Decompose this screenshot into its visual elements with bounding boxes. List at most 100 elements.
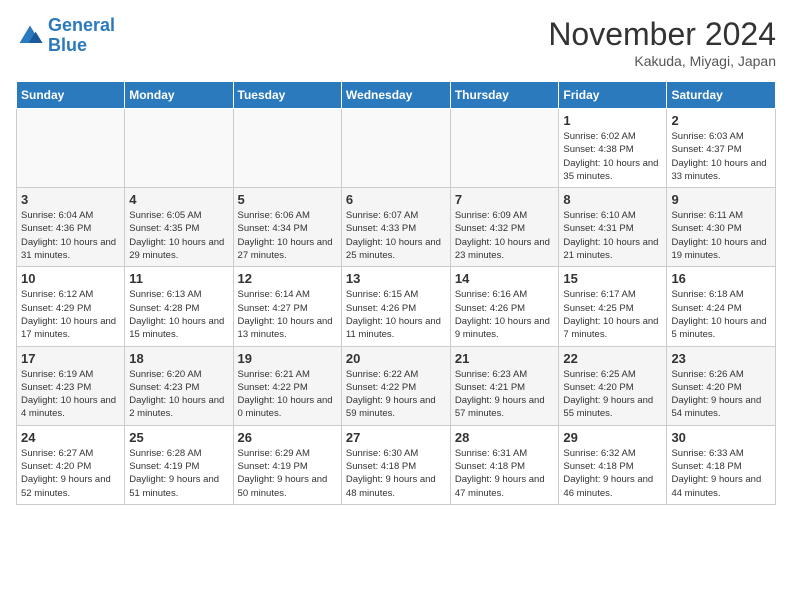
month-title: November 2024 (548, 16, 776, 53)
daylight-hours: Daylight: 10 hours and 13 minutes. (238, 316, 333, 340)
day-number: 3 (21, 192, 120, 207)
daylight-hours: Daylight: 10 hours and 9 minutes. (455, 316, 550, 340)
day-number: 2 (671, 113, 771, 128)
calendar-cell: 29Sunrise: 6:32 AMSunset: 4:18 PMDayligh… (559, 425, 667, 504)
calendar-cell: 15Sunrise: 6:17 AMSunset: 4:25 PMDayligh… (559, 267, 667, 346)
daylight-hours: Daylight: 10 hours and 2 minutes. (129, 395, 224, 419)
daylight-hours: Daylight: 10 hours and 11 minutes. (346, 316, 441, 340)
day-number: 9 (671, 192, 771, 207)
calendar-cell: 17Sunrise: 6:19 AMSunset: 4:23 PMDayligh… (17, 346, 125, 425)
daylight-hours: Daylight: 10 hours and 0 minutes. (238, 395, 333, 419)
week-row-3: 10Sunrise: 6:12 AMSunset: 4:29 PMDayligh… (17, 267, 776, 346)
day-info: Sunrise: 6:17 AMSunset: 4:25 PMDaylight:… (563, 288, 662, 341)
weekday-header-sunday: Sunday (17, 82, 125, 109)
day-number: 4 (129, 192, 228, 207)
calendar-cell (450, 109, 559, 188)
calendar-cell: 13Sunrise: 6:15 AMSunset: 4:26 PMDayligh… (341, 267, 450, 346)
day-number: 27 (346, 430, 446, 445)
calendar-cell: 7 Sunrise: 6:09 AMSunset: 4:32 PMDaylight… (450, 188, 559, 267)
calendar-cell: 6Sunrise: 6:07 AMSunset: 4:33 PMDaylight… (341, 188, 450, 267)
daylight-hours: Daylight: 10 hours and 7 minutes. (563, 316, 658, 340)
day-number: 23 (671, 351, 771, 366)
day-info: Sunrise: 6:14 AMSunset: 4:27 PMDaylight:… (238, 288, 337, 341)
daylight-hours: Daylight: 9 hours and 46 minutes. (563, 474, 653, 498)
daylight-hours: Daylight: 10 hours and 19 minutes. (671, 237, 766, 261)
day-number: 11 (129, 271, 228, 286)
day-info: Sunrise: 6:26 AMSunset: 4:20 PMDaylight:… (671, 368, 771, 421)
daylight-hours: Daylight: 10 hours and 4 minutes. (21, 395, 116, 419)
calendar-cell (125, 109, 233, 188)
calendar-cell: 2 Sunrise: 6:03 AMSunset: 4:37 PMDaylight… (667, 109, 776, 188)
weekday-header-saturday: Saturday (667, 82, 776, 109)
calendar-cell: 22Sunrise: 6:25 AMSunset: 4:20 PMDayligh… (559, 346, 667, 425)
calendar-cell (233, 109, 341, 188)
daylight-hours: Daylight: 10 hours and 21 minutes. (563, 237, 658, 261)
calendar-cell: 30Sunrise: 6:33 AMSunset: 4:18 PMDayligh… (667, 425, 776, 504)
calendar-cell: 27Sunrise: 6:30 AMSunset: 4:18 PMDayligh… (341, 425, 450, 504)
day-info: Sunrise: 6:18 AMSunset: 4:24 PMDaylight:… (671, 288, 771, 341)
calendar-cell: 10Sunrise: 6:12 AMSunset: 4:29 PMDayligh… (17, 267, 125, 346)
week-row-1: 1Sunrise: 6:02 AMSunset: 4:38 PMDaylight… (17, 109, 776, 188)
day-info: Sunrise: 6:13 AMSunset: 4:28 PMDaylight:… (129, 288, 228, 341)
day-info: Sunrise: 6:09 AMSunset: 4:32 PMDaylight:… (455, 209, 555, 262)
day-info: Sunrise: 6:10 AMSunset: 4:31 PMDaylight:… (563, 209, 662, 262)
day-number: 28 (455, 430, 555, 445)
day-info: Sunrise: 6:29 AMSunset: 4:19 PMDaylight:… (238, 447, 337, 500)
day-info: Sunrise: 6:23 AMSunset: 4:21 PMDaylight:… (455, 368, 555, 421)
day-info: Sunrise: 6:12 AMSunset: 4:29 PMDaylight:… (21, 288, 120, 341)
day-number: 16 (671, 271, 771, 286)
day-info: Sunrise: 6:03 AMSunset: 4:37 PMDaylight:… (671, 130, 771, 183)
calendar-cell: 4 Sunrise: 6:05 AMSunset: 4:35 PMDaylight… (125, 188, 233, 267)
logo-line2: Blue (48, 35, 87, 55)
daylight-hours: Daylight: 10 hours and 15 minutes. (129, 316, 224, 340)
calendar-cell: 26Sunrise: 6:29 AMSunset: 4:19 PMDayligh… (233, 425, 341, 504)
day-info: Sunrise: 6:19 AMSunset: 4:23 PMDaylight:… (21, 368, 120, 421)
weekday-header-wednesday: Wednesday (341, 82, 450, 109)
calendar-cell: 20Sunrise: 6:22 AMSunset: 4:22 PMDayligh… (341, 346, 450, 425)
calendar-cell: 5Sunrise: 6:06 AMSunset: 4:34 PMDaylight… (233, 188, 341, 267)
day-info: Sunrise: 6:21 AMSunset: 4:22 PMDaylight:… (238, 368, 337, 421)
calendar-cell: 25Sunrise: 6:28 AMSunset: 4:19 PMDayligh… (125, 425, 233, 504)
weekday-header-friday: Friday (559, 82, 667, 109)
calendar-cell: 8 Sunrise: 6:10 AMSunset: 4:31 PMDaylight… (559, 188, 667, 267)
page-header: General Blue November 2024 Kakuda, Miyag… (16, 16, 776, 69)
daylight-hours: Daylight: 10 hours and 17 minutes. (21, 316, 116, 340)
daylight-hours: Daylight: 9 hours and 54 minutes. (671, 395, 761, 419)
daylight-hours: Daylight: 9 hours and 57 minutes. (455, 395, 545, 419)
calendar-cell: 9 Sunrise: 6:11 AMSunset: 4:30 PMDaylight… (667, 188, 776, 267)
day-number: 14 (455, 271, 555, 286)
daylight-hours: Daylight: 10 hours and 31 minutes. (21, 237, 116, 261)
location: Kakuda, Miyagi, Japan (548, 53, 776, 69)
daylight-hours: Daylight: 9 hours and 47 minutes. (455, 474, 545, 498)
day-number: 7 (455, 192, 555, 207)
calendar-cell: 28Sunrise: 6:31 AMSunset: 4:18 PMDayligh… (450, 425, 559, 504)
day-number: 8 (563, 192, 662, 207)
daylight-hours: Daylight: 9 hours and 52 minutes. (21, 474, 111, 498)
calendar-table: SundayMondayTuesdayWednesdayThursdayFrid… (16, 81, 776, 505)
calendar-cell: 18Sunrise: 6:20 AMSunset: 4:23 PMDayligh… (125, 346, 233, 425)
day-info: Sunrise: 6:20 AMSunset: 4:23 PMDaylight:… (129, 368, 228, 421)
daylight-hours: Daylight: 9 hours and 50 minutes. (238, 474, 328, 498)
daylight-hours: Daylight: 10 hours and 27 minutes. (238, 237, 333, 261)
day-number: 5 (238, 192, 337, 207)
calendar-cell: 19Sunrise: 6:21 AMSunset: 4:22 PMDayligh… (233, 346, 341, 425)
day-info: Sunrise: 6:04 AMSunset: 4:36 PMDaylight:… (21, 209, 120, 262)
week-row-4: 17Sunrise: 6:19 AMSunset: 4:23 PMDayligh… (17, 346, 776, 425)
daylight-hours: Daylight: 10 hours and 33 minutes. (671, 158, 766, 182)
logo: General Blue (16, 16, 115, 56)
daylight-hours: Daylight: 10 hours and 5 minutes. (671, 316, 766, 340)
weekday-header-thursday: Thursday (450, 82, 559, 109)
day-info: Sunrise: 6:22 AMSunset: 4:22 PMDaylight:… (346, 368, 446, 421)
day-info: Sunrise: 6:05 AMSunset: 4:35 PMDaylight:… (129, 209, 228, 262)
day-number: 6 (346, 192, 446, 207)
daylight-hours: Daylight: 9 hours and 48 minutes. (346, 474, 436, 498)
calendar-cell: 16 Sunrise: 6:18 AMSunset: 4:24 PMDayligh… (667, 267, 776, 346)
calendar-cell: 23 Sunrise: 6:26 AMSunset: 4:20 PMDayligh… (667, 346, 776, 425)
day-number: 13 (346, 271, 446, 286)
day-info: Sunrise: 6:11 AMSunset: 4:30 PMDaylight:… (671, 209, 771, 262)
day-info: Sunrise: 6:33 AMSunset: 4:18 PMDaylight:… (671, 447, 771, 500)
day-info: Sunrise: 6:28 AMSunset: 4:19 PMDaylight:… (129, 447, 228, 500)
weekday-header-monday: Monday (125, 82, 233, 109)
calendar-cell (17, 109, 125, 188)
day-info: Sunrise: 6:27 AMSunset: 4:20 PMDaylight:… (21, 447, 120, 500)
